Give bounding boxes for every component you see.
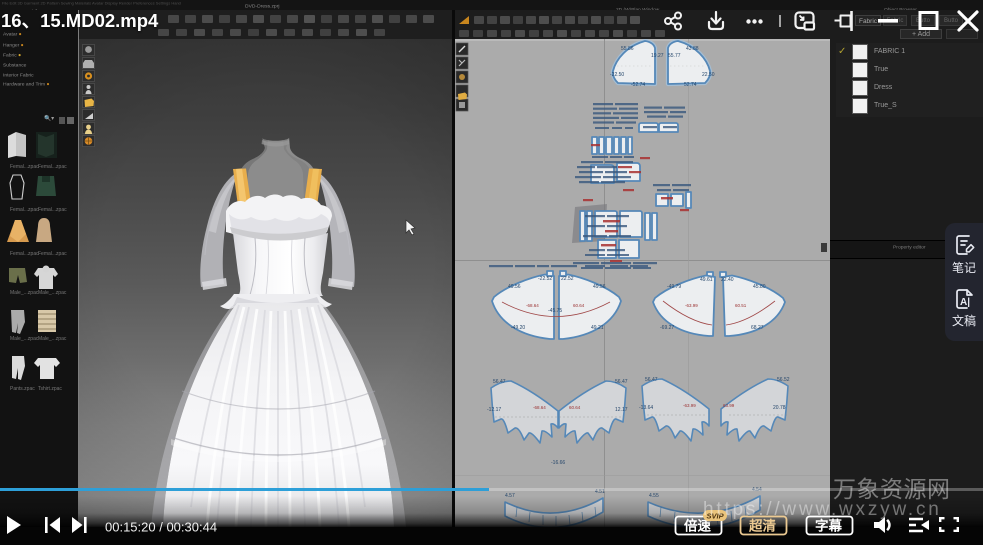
svg-text:56.47: 56.47 bbox=[645, 377, 658, 383]
svg-text:-16.66: -16.66 bbox=[551, 460, 565, 466]
svg-text:22.50: 22.50 bbox=[702, 72, 715, 78]
svg-text:56.47: 56.47 bbox=[493, 379, 506, 385]
svg-text:Femal...zpac: Femal...zpac bbox=[38, 207, 67, 213]
svg-text:55.86: 55.86 bbox=[621, 46, 634, 52]
svg-text:Femal...zpac: Femal...zpac bbox=[10, 251, 39, 257]
svg-text:63.99: 63.99 bbox=[723, 403, 735, 408]
svg-text:19.27: 19.27 bbox=[651, 53, 664, 59]
svg-text:60.51: 60.51 bbox=[735, 303, 747, 308]
svg-text:Male_...zpac: Male_...zpac bbox=[38, 336, 67, 342]
svg-text:12.17: 12.17 bbox=[615, 407, 628, 413]
svg-text:60.64: 60.64 bbox=[569, 405, 581, 410]
svg-text:Tshirt.zpac: Tshirt.zpac bbox=[38, 386, 62, 392]
svg-text:56.52: 56.52 bbox=[777, 377, 790, 383]
svg-text:Male_...zpac: Male_...zpac bbox=[10, 336, 39, 342]
svg-text:-63.99: -63.99 bbox=[685, 303, 698, 308]
svg-text:56.47: 56.47 bbox=[615, 379, 628, 385]
svg-text:-22.52: -22.52 bbox=[538, 276, 552, 282]
svg-text:-49.79: -49.79 bbox=[667, 284, 681, 290]
svg-text:55.77: 55.77 bbox=[668, 53, 681, 59]
svg-text:45.80: 45.80 bbox=[753, 284, 766, 290]
svg-text:68.27: 68.27 bbox=[751, 325, 764, 331]
svg-text:-12.17: -12.17 bbox=[487, 407, 501, 413]
svg-text:-68.64: -68.64 bbox=[533, 405, 546, 410]
svg-text:Femal...zpac: Femal...zpac bbox=[38, 164, 67, 170]
svg-text:-49.20: -49.20 bbox=[511, 325, 525, 331]
svg-text:-69.27: -69.27 bbox=[660, 325, 674, 331]
svg-text:A|: A| bbox=[960, 297, 970, 308]
svg-text:43.88: 43.88 bbox=[686, 46, 699, 52]
svg-text:-45.75: -45.75 bbox=[548, 308, 562, 314]
svg-text:-22.50: -22.50 bbox=[610, 72, 624, 78]
svg-text:52.74: 52.74 bbox=[684, 82, 697, 88]
svg-text:-68.64: -68.64 bbox=[526, 303, 539, 308]
svg-text:49.61: 49.61 bbox=[700, 277, 713, 283]
svg-text:Femal...zpac: Femal...zpac bbox=[38, 251, 67, 257]
svg-text:Femal...zpac: Femal...zpac bbox=[10, 164, 39, 170]
svg-text:60.64: 60.64 bbox=[573, 303, 585, 308]
svg-text:-13.64: -13.64 bbox=[639, 405, 653, 411]
svg-text:22.52: 22.52 bbox=[561, 276, 574, 282]
svg-text:Male_...zpac: Male_...zpac bbox=[38, 290, 67, 296]
svg-text:49.56: 49.56 bbox=[593, 284, 606, 290]
svg-text:49.21: 49.21 bbox=[591, 325, 604, 331]
svg-text:22.40: 22.40 bbox=[721, 277, 734, 283]
svg-text:Male_...zpac: Male_...zpac bbox=[10, 290, 39, 296]
svg-text:Pants.zpac: Pants.zpac bbox=[10, 386, 35, 392]
svg-text:00:15:20 / 00:30:44: 00:15:20 / 00:30:44 bbox=[105, 520, 217, 535]
svg-text:-63.99: -63.99 bbox=[683, 403, 696, 408]
svg-text:49.56: 49.56 bbox=[508, 284, 521, 290]
svg-text:Femal...zpac: Femal...zpac bbox=[10, 207, 39, 213]
svg-text:20.78: 20.78 bbox=[773, 405, 786, 411]
svg-text:-52.74: -52.74 bbox=[631, 82, 645, 88]
